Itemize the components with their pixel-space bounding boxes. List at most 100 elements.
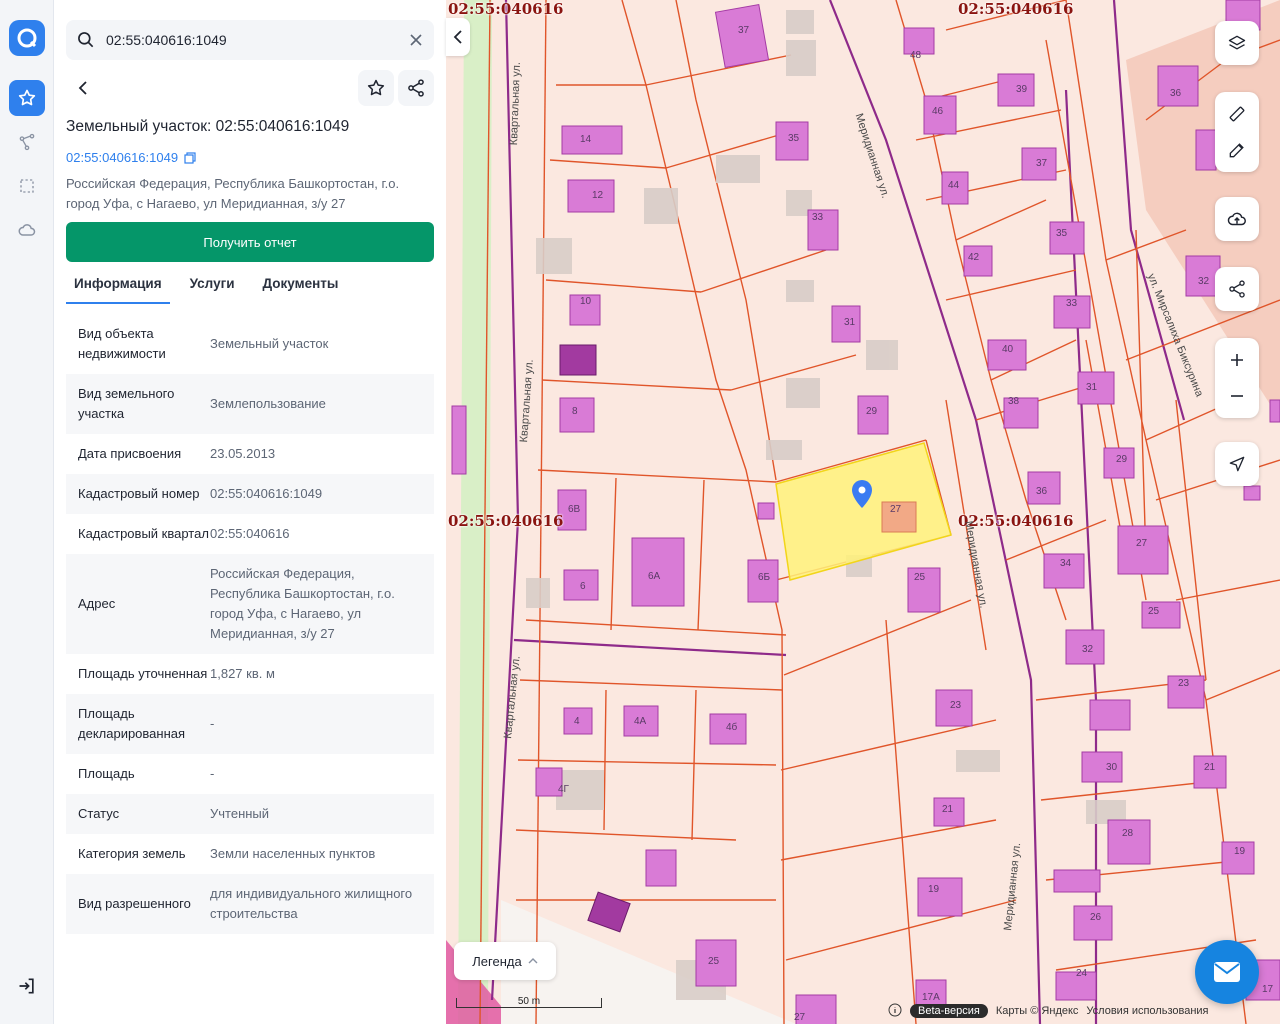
chat-button[interactable]: [1195, 940, 1259, 1004]
info-row: Статус Учтенный: [66, 794, 434, 834]
cadastral-number-link[interactable]: 02:55:040616:1049: [66, 150, 196, 165]
house-number: 8: [572, 406, 578, 417]
terms-link[interactable]: Условия использования: [1086, 1005, 1208, 1017]
navigation-arrow-icon: [1229, 456, 1245, 472]
clear-search-icon[interactable]: [406, 30, 426, 50]
mail-icon: [1214, 962, 1240, 982]
plus-icon: [1231, 354, 1243, 366]
house-number: 17: [1262, 984, 1274, 995]
info-row: Адрес Российская Федерация, Республика Ба…: [66, 554, 434, 654]
edit-icon: [1229, 143, 1244, 158]
info-key: Кадастровый квартал: [78, 526, 209, 541]
info-value: 02:55:040616:1049: [210, 486, 323, 501]
map-share-button[interactable]: [1215, 267, 1259, 311]
left-rail: [0, 0, 54, 1024]
info-key: Вид земельного участка: [78, 386, 175, 421]
house-number: 37: [1036, 158, 1048, 169]
house-number: 39: [1016, 84, 1028, 95]
house-number: 4А: [634, 716, 647, 727]
quarter-label: 02:55:040616: [958, 0, 1074, 18]
house-number: 4: [574, 716, 580, 727]
house-number: 48: [910, 50, 922, 61]
select-area-icon[interactable]: [9, 168, 45, 204]
minus-icon: [1231, 395, 1243, 397]
back-button[interactable]: [66, 70, 102, 106]
info-value: -: [210, 716, 215, 731]
info-value: -: [210, 766, 215, 781]
logo-icon[interactable]: [9, 20, 45, 56]
chevron-up-icon: [528, 958, 538, 964]
house-number: 12: [592, 190, 604, 201]
locate-me-button[interactable]: [1215, 442, 1259, 486]
measure-tools-group: [1215, 92, 1259, 172]
info-value: Земли населенных пунктов: [210, 846, 376, 861]
info-icon[interactable]: [888, 1003, 902, 1020]
share-icon: [1229, 280, 1245, 298]
yandex-maps-credit[interactable]: Карты © Яндекс: [996, 1005, 1079, 1017]
info-value: 02:55:040616: [210, 526, 290, 541]
info-row: Вид объекта недвижимости Земельный участо…: [66, 314, 434, 374]
info-table: Вид объекта недвижимости Земельный участо…: [66, 314, 434, 958]
info-key: Площадь уточненная: [78, 666, 208, 681]
share-button[interactable]: [398, 70, 434, 106]
info-key: Площадь декларированная: [78, 706, 186, 741]
zoom-in-button[interactable]: [1215, 342, 1259, 378]
house-number: 35: [788, 133, 800, 144]
house-number: 34: [1060, 558, 1072, 569]
house-number: 6Б: [758, 572, 771, 583]
house-number: 30: [1106, 762, 1118, 773]
info-row: Кадастровый квартал 02:55:040616: [66, 514, 434, 554]
ruler-button[interactable]: [1215, 96, 1259, 132]
house-number: 25: [708, 956, 720, 967]
layers-icon: [1228, 35, 1246, 50]
legend-button[interactable]: Легенда: [454, 942, 556, 980]
info-value: для индивидуального жилищного строительс…: [210, 886, 413, 921]
favorite-button[interactable]: [358, 70, 394, 106]
cloud-upload-icon: [1227, 212, 1246, 226]
upload-button[interactable]: [1215, 197, 1259, 241]
info-row: Площадь декларированная -: [66, 694, 434, 754]
copy-icon[interactable]: [184, 151, 196, 164]
scale-label: 50 m: [517, 996, 541, 1007]
info-key: Площадь: [78, 766, 135, 781]
info-row: Вид разрешенного для индивидуального жили…: [66, 874, 434, 934]
house-number: 4б: [726, 722, 738, 733]
house-number: 4Г: [558, 784, 569, 795]
collapse-panel-button[interactable]: [446, 18, 470, 56]
house-number: 44: [948, 180, 960, 191]
house-number: 29: [1116, 454, 1128, 465]
info-key: Вид разрешенного: [78, 896, 191, 911]
tab-services[interactable]: Услуги: [182, 270, 243, 304]
tab-documents[interactable]: Документы: [255, 270, 347, 304]
layers-button[interactable]: [1215, 21, 1259, 65]
house-number: 23: [1178, 678, 1190, 689]
house-number: 25: [914, 572, 926, 583]
cloud-icon[interactable]: [9, 212, 45, 248]
house-number: 6В: [568, 504, 581, 515]
cadastral-number-text[interactable]: 02:55:040616:1049: [66, 150, 178, 165]
search-box: [66, 20, 434, 60]
house-number: 32: [1198, 276, 1210, 287]
info-key: Категория земель: [78, 846, 186, 861]
house-number: 21: [1204, 762, 1216, 773]
tab-information[interactable]: Информация: [66, 270, 170, 304]
info-row: Площадь уточненная 1,827 кв. м: [66, 654, 434, 694]
parcel-address: Российская Федерация, Республика Башкорт…: [66, 176, 400, 211]
house-number: 19: [1234, 846, 1246, 857]
house-number: 31: [1086, 382, 1098, 393]
edit-button[interactable]: [1215, 132, 1259, 168]
logout-icon[interactable]: [17, 976, 37, 996]
map-canvas[interactable]: 02:55:040616 02:55:040616 02:55:040616 0…: [446, 0, 1280, 1024]
zoom-out-button[interactable]: [1215, 378, 1259, 414]
search-icon: [76, 30, 96, 55]
house-number: 31: [844, 317, 856, 328]
info-value: 23.05.2013: [210, 446, 276, 461]
info-key: Кадастровый номер: [78, 486, 200, 501]
search-input[interactable]: [106, 20, 396, 60]
chevron-left-icon: [453, 30, 462, 44]
get-report-button[interactable]: Получить отчет: [66, 222, 434, 262]
route-icon[interactable]: [9, 124, 45, 160]
house-number: 27: [1136, 538, 1148, 549]
favorites-star-icon[interactable]: [9, 80, 45, 116]
house-number: 29: [866, 406, 878, 417]
